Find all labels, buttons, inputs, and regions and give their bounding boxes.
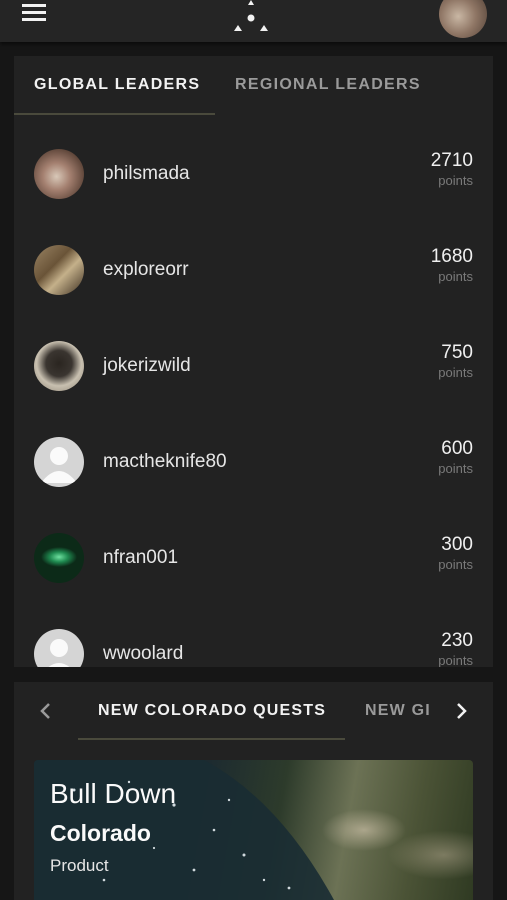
triangle-dots-logo-icon[interactable] xyxy=(231,0,271,32)
points-label: points xyxy=(438,173,473,188)
top-app-bar xyxy=(0,0,507,42)
avatar xyxy=(34,533,84,583)
leader-name: wwoolard xyxy=(103,643,184,664)
avatar xyxy=(34,341,84,391)
leaderboard-row[interactable]: nfran001 300 points xyxy=(14,508,493,604)
tab-new-gi[interactable]: NEW GI xyxy=(365,702,431,720)
points-label: points xyxy=(438,365,473,380)
leaderboard-card: GLOBAL LEADERS REGIONAL LEADERS philsmad… xyxy=(14,56,493,667)
leader-score: 1680 xyxy=(430,246,473,267)
avatar xyxy=(34,149,84,199)
leader-name: philsmada xyxy=(103,163,190,184)
chevron-right-icon[interactable] xyxy=(451,701,471,721)
tab-regional-leaders[interactable]: REGIONAL LEADERS xyxy=(235,76,421,94)
quests-card: NEW COLORADO QUESTS NEW GI Bull Down Col… xyxy=(14,682,493,900)
tab-new-colorado-quests[interactable]: NEW COLORADO QUESTS xyxy=(98,702,326,720)
quest-type: Product xyxy=(50,856,109,875)
leader-name: jokerizwild xyxy=(103,355,191,376)
leader-name: exploreorr xyxy=(103,259,189,280)
points-label: points xyxy=(438,461,473,476)
user-avatar[interactable] xyxy=(439,0,487,38)
quest-title: Bull Down xyxy=(50,778,177,809)
leader-score: 750 xyxy=(441,342,473,363)
default-avatar-icon xyxy=(34,437,84,487)
leader-name: nfran001 xyxy=(103,547,179,568)
leaderboard-row[interactable]: mactheknife80 600 points xyxy=(14,412,493,508)
active-tab-indicator xyxy=(78,738,345,740)
leaderboard-row[interactable]: philsmada 2710 points xyxy=(14,124,493,220)
tab-global-leaders[interactable]: GLOBAL LEADERS xyxy=(34,76,200,94)
default-avatar-icon xyxy=(34,629,84,667)
points-label: points xyxy=(438,269,473,284)
points-label: points xyxy=(438,653,473,667)
leader-score: 300 xyxy=(441,534,473,555)
leaderboard-row[interactable]: wwoolard 230 points xyxy=(14,604,493,667)
avatar xyxy=(34,245,84,295)
leaderboard-row[interactable]: exploreorr 1680 points xyxy=(14,220,493,316)
leaderboard-tabs: GLOBAL LEADERS REGIONAL LEADERS xyxy=(14,56,493,116)
quest-card-hero[interactable]: Bull Down Colorado Product xyxy=(34,760,473,900)
chevron-left-icon[interactable] xyxy=(36,701,56,721)
quest-location: Colorado xyxy=(50,820,151,846)
leader-score: 600 xyxy=(441,438,473,459)
leader-name: mactheknife80 xyxy=(103,451,227,472)
leaderboard-row[interactable]: jokerizwild 750 points xyxy=(14,316,493,412)
leader-score: 230 xyxy=(441,630,473,651)
active-tab-indicator xyxy=(14,113,215,115)
hamburger-menu-icon[interactable] xyxy=(22,4,46,22)
leader-score: 2710 xyxy=(430,150,473,171)
points-label: points xyxy=(438,557,473,572)
